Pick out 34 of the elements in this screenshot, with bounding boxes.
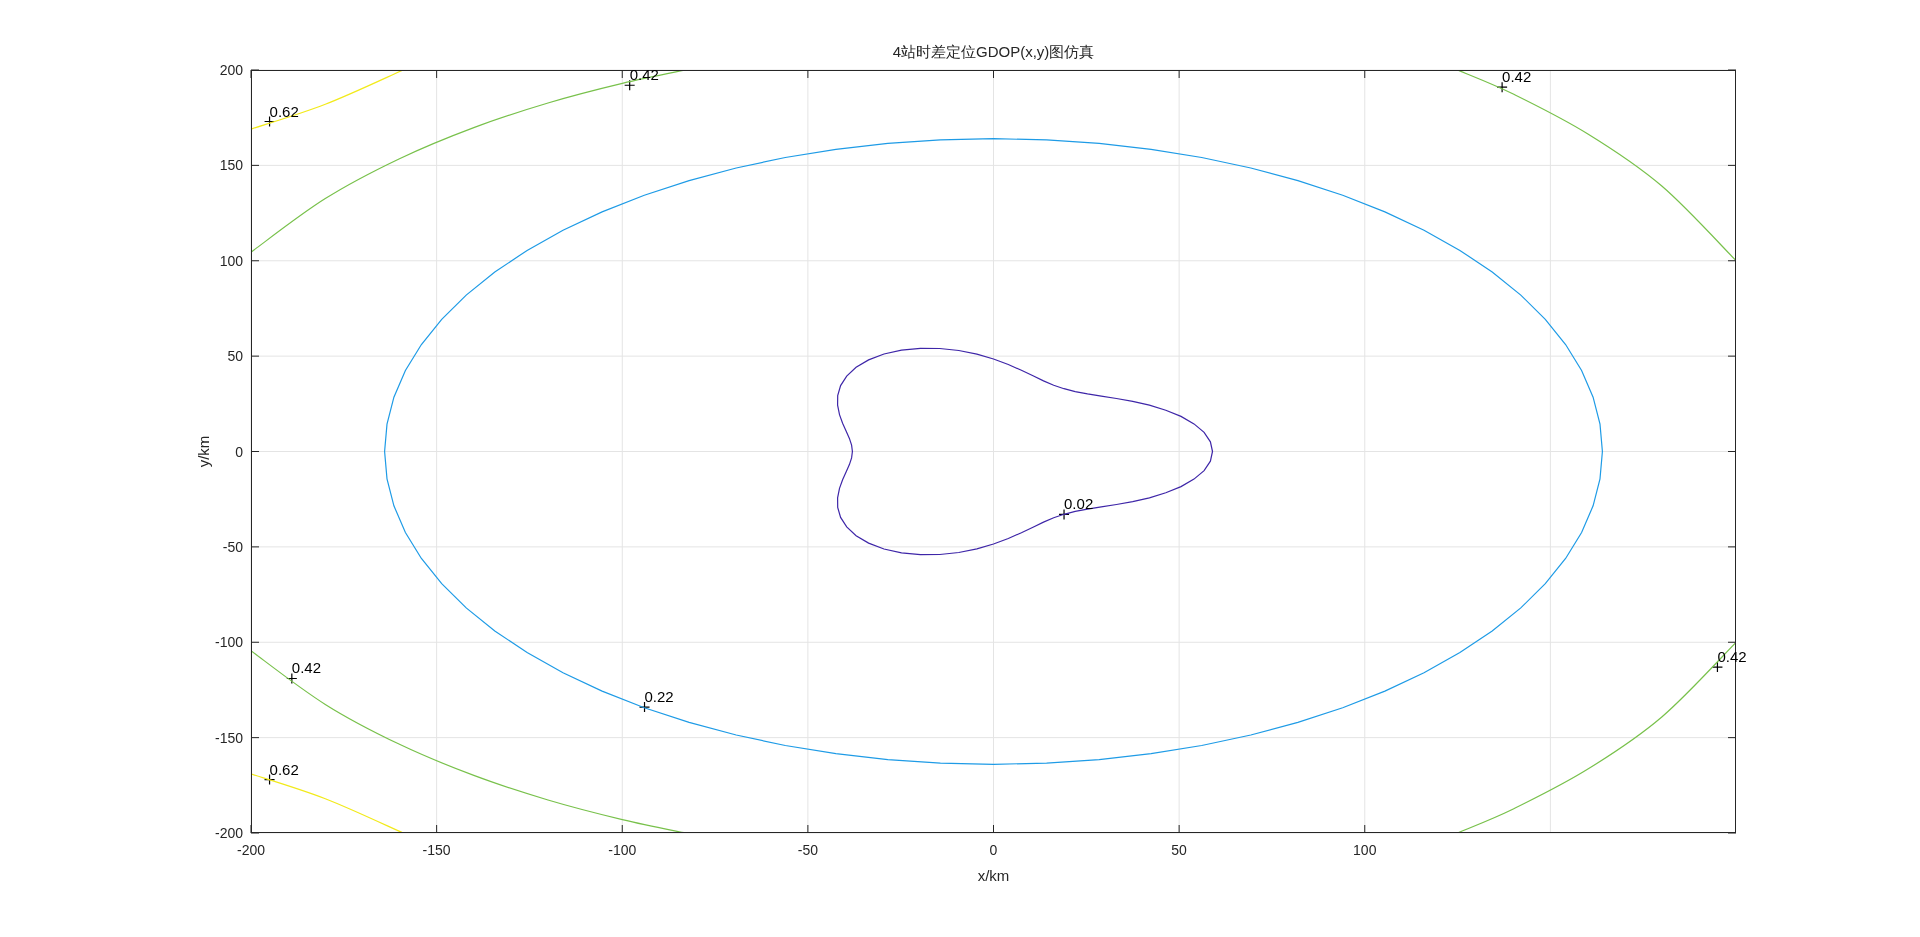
tick-label: 0 [989, 842, 998, 858]
contour-label: 0.42 [1502, 68, 1532, 86]
contour-label: 0.62 [269, 102, 299, 120]
tick-label: 0 [235, 443, 243, 460]
tick-label: -150 [214, 729, 243, 746]
tick-label: 150 [219, 157, 243, 174]
axis-label: y/km [195, 435, 212, 468]
plus-marker [263, 115, 276, 128]
contour-label: 0.42 [629, 66, 659, 84]
tick-label: -150 [422, 842, 451, 858]
tick-label: -200 [237, 842, 265, 858]
tick-label: -100 [214, 634, 243, 651]
plus-marker [1711, 661, 1724, 673]
plus-marker [1058, 508, 1070, 521]
tick-label: 100 [1353, 842, 1377, 858]
chart-title: 4站时差定位GDOP(x,y)图仿真 [892, 43, 1095, 60]
tick-label: 200 [219, 62, 243, 78]
plus-marker [1496, 81, 1508, 93]
contour-label: 0.42 [291, 659, 322, 677]
tick-label: 50 [1171, 842, 1187, 858]
tick-label: -100 [608, 842, 637, 858]
tick-label: 50 [227, 348, 243, 365]
contour-label: 0.22 [644, 688, 674, 706]
plus-marker [263, 774, 276, 786]
plus-marker [286, 672, 298, 685]
tick-label: -200 [214, 825, 243, 841]
contour-label: 0.02 [1064, 495, 1094, 513]
plus-marker [624, 79, 636, 91]
tick-label: -50 [222, 538, 243, 555]
plus-marker [638, 701, 651, 713]
tick-label: 100 [219, 252, 243, 269]
tick-label: -50 [797, 842, 818, 858]
axis-label: x/km [977, 867, 1010, 884]
contour-label: 0.62 [269, 760, 299, 778]
